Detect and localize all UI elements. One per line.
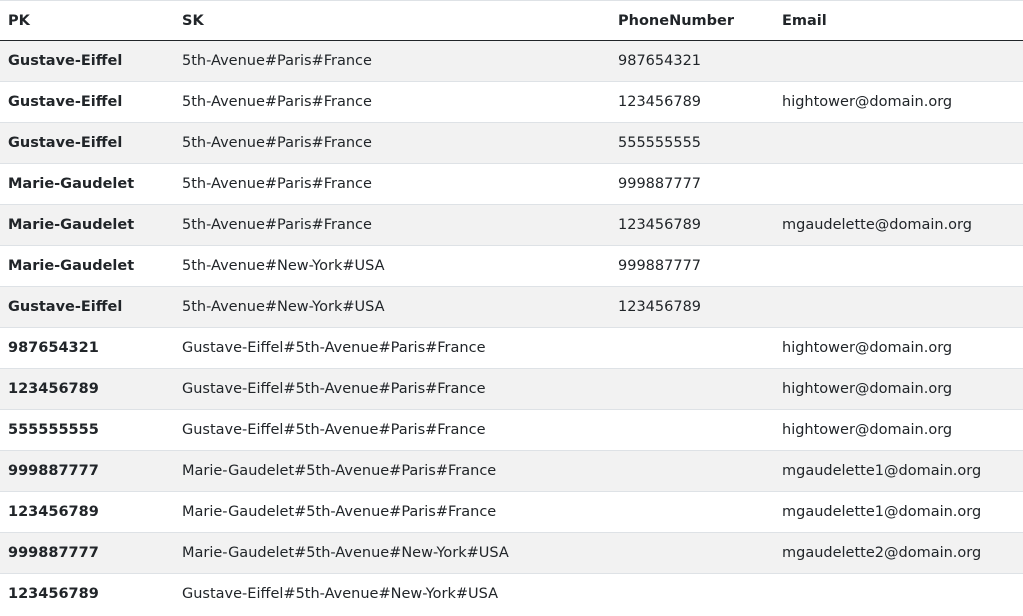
cell-pk: 123456789	[0, 368, 174, 410]
cell-email	[774, 573, 1023, 615]
cell-sk: 5th-Avenue#Paris#France	[174, 81, 610, 123]
table-row: Marie-Gaudelet 5th-Avenue#Paris#France 999…	[0, 163, 1023, 205]
cell-email: hightower@domain.org	[774, 81, 1023, 123]
cell-pk: Marie-Gaudelet	[0, 204, 174, 246]
table-row: Gustave-Eiffel 5th-Avenue#Paris#France 555…	[0, 122, 1023, 164]
cell-email: mgaudelette@domain.org	[774, 204, 1023, 246]
cell-phone-number: 999887777	[610, 163, 774, 205]
cell-phone-number	[610, 532, 774, 574]
table-header: PK SK PhoneNumber Email	[0, 0, 1023, 41]
table-row: 999887777 Marie-Gaudelet#5th-Avenue#Paris…	[0, 450, 1023, 492]
cell-email	[774, 286, 1023, 328]
cell-pk: Marie-Gaudelet	[0, 163, 174, 205]
cell-phone-number	[610, 409, 774, 451]
table-row: 987654321 Gustave-Eiffel#5th-Avenue#Paris…	[0, 327, 1023, 369]
cell-email	[774, 245, 1023, 287]
cell-phone-number	[610, 368, 774, 410]
cell-phone-number	[610, 450, 774, 492]
cell-sk: 5th-Avenue#Paris#France	[174, 163, 610, 205]
cell-sk: 5th-Avenue#Paris#France	[174, 40, 610, 82]
cell-email: hightower@domain.org	[774, 327, 1023, 369]
cell-phone-number: 555555555	[610, 122, 774, 164]
cell-sk: Gustave-Eiffel#5th-Avenue#Paris#France	[174, 409, 610, 451]
cell-phone-number: 987654321	[610, 40, 774, 82]
cell-sk: Gustave-Eiffel#5th-Avenue#Paris#France	[174, 327, 610, 369]
cell-pk: 555555555	[0, 409, 174, 451]
cell-phone-number: 999887777	[610, 245, 774, 287]
cell-pk: 123456789	[0, 491, 174, 533]
cell-email: mgaudelette2@domain.org	[774, 532, 1023, 574]
cell-email: mgaudelette1@domain.org	[774, 450, 1023, 492]
cell-email: hightower@domain.org	[774, 409, 1023, 451]
cell-pk: 123456789	[0, 573, 174, 615]
cell-sk: Gustave-Eiffel#5th-Avenue#New-York#USA	[174, 573, 610, 615]
header-email: Email	[774, 0, 1023, 41]
cell-phone-number	[610, 573, 774, 615]
table-row: 555555555 Gustave-Eiffel#5th-Avenue#Paris…	[0, 409, 1023, 451]
cell-phone-number	[610, 491, 774, 533]
cell-sk: 5th-Avenue#Paris#France	[174, 122, 610, 164]
cell-pk: Marie-Gaudelet	[0, 245, 174, 287]
header-pk: PK	[0, 0, 174, 41]
table-row: 123456789 Marie-Gaudelet#5th-Avenue#Paris…	[0, 491, 1023, 533]
table-row: 123456789 Gustave-Eiffel#5th-Avenue#Paris…	[0, 368, 1023, 410]
table-row: Gustave-Eiffel 5th-Avenue#New-York#USA 123…	[0, 286, 1023, 328]
table-row: Marie-Gaudelet 5th-Avenue#New-York#USA 999…	[0, 245, 1023, 287]
header-phone-number: PhoneNumber	[610, 0, 774, 41]
cell-pk: Gustave-Eiffel	[0, 286, 174, 328]
cell-sk: Marie-Gaudelet#5th-Avenue#Paris#France	[174, 491, 610, 533]
table-row: Gustave-Eiffel 5th-Avenue#Paris#France 123…	[0, 81, 1023, 123]
cell-pk: Gustave-Eiffel	[0, 40, 174, 82]
table-row: Gustave-Eiffel 5th-Avenue#Paris#France 987…	[0, 40, 1023, 82]
cell-sk: Gustave-Eiffel#5th-Avenue#Paris#France	[174, 368, 610, 410]
cell-email: mgaudelette1@domain.org	[774, 491, 1023, 533]
table-row: 123456789 Gustave-Eiffel#5th-Avenue#New-Y…	[0, 573, 1023, 615]
cell-pk: Gustave-Eiffel	[0, 122, 174, 164]
cell-phone-number: 123456789	[610, 81, 774, 123]
cell-sk: 5th-Avenue#New-York#USA	[174, 245, 610, 287]
cell-sk: Marie-Gaudelet#5th-Avenue#Paris#France	[174, 450, 610, 492]
cell-phone-number: 123456789	[610, 286, 774, 328]
table-row: 999887777 Marie-Gaudelet#5th-Avenue#New-Y…	[0, 532, 1023, 574]
cell-sk: 5th-Avenue#New-York#USA	[174, 286, 610, 328]
cell-sk: 5th-Avenue#Paris#France	[174, 204, 610, 246]
cell-email	[774, 40, 1023, 82]
cell-sk: Marie-Gaudelet#5th-Avenue#New-York#USA	[174, 532, 610, 574]
cell-pk: 999887777	[0, 532, 174, 574]
cell-phone-number: 123456789	[610, 204, 774, 246]
header-sk: SK	[174, 0, 610, 41]
cell-pk: 987654321	[0, 327, 174, 369]
cell-email: hightower@domain.org	[774, 368, 1023, 410]
table-row: Marie-Gaudelet 5th-Avenue#Paris#France 123…	[0, 204, 1023, 246]
data-table: PK SK PhoneNumber Email Gustave-Eiffel 5t…	[0, 0, 1023, 615]
cell-phone-number	[610, 327, 774, 369]
cell-pk: Gustave-Eiffel	[0, 81, 174, 123]
header-row: PK SK PhoneNumber Email	[0, 0, 1023, 41]
cell-email	[774, 163, 1023, 205]
table-body: Gustave-Eiffel 5th-Avenue#Paris#France 987…	[0, 40, 1023, 615]
cell-email	[774, 122, 1023, 164]
cell-pk: 999887777	[0, 450, 174, 492]
